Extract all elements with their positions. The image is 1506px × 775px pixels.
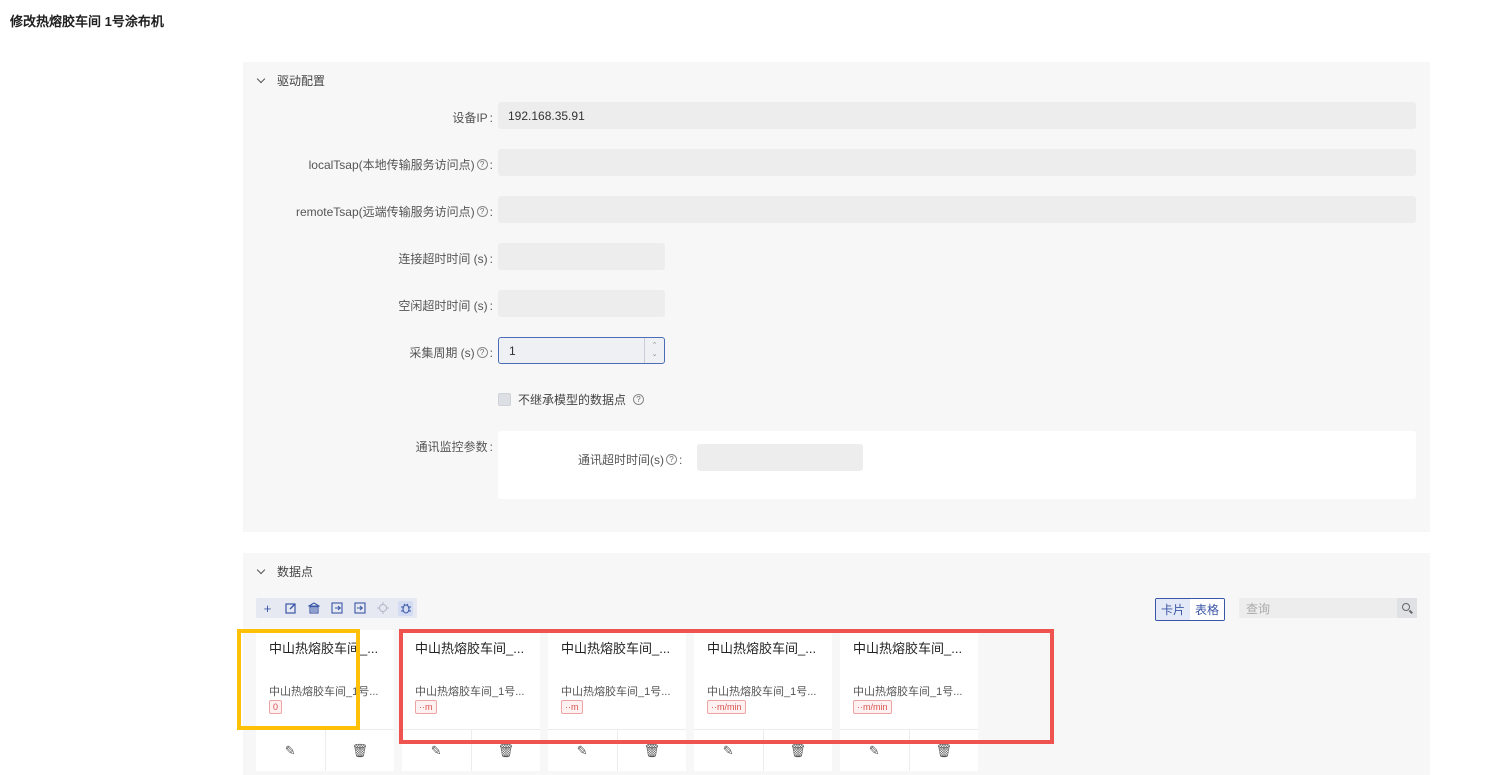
monitor-params-box: 通讯超时时间(s) ? : xyxy=(498,431,1416,499)
inherit-model-label: 不继承模型的数据点 xyxy=(518,393,627,407)
card-actions: ✎ 🗑 xyxy=(402,730,540,771)
device-ip-label: 设备IP: xyxy=(452,110,493,126)
help-icon[interactable]: ? xyxy=(476,347,488,358)
driver-config-section: 驱动配置 设备IP: 192.168.35.91 localTsap(本地传输服… xyxy=(243,62,1430,532)
search-input[interactable]: 查询 xyxy=(1239,598,1417,618)
driver-config-title: 驱动配置 xyxy=(277,74,326,88)
card-actions: ✎ 🗑 xyxy=(256,730,394,771)
debug-icon[interactable] xyxy=(398,600,413,616)
edit-icon[interactable]: ✎ xyxy=(694,730,763,771)
card-view-button[interactable]: 卡片 xyxy=(1155,599,1190,620)
datapoint-card[interactable]: 中山热熔胶车间_... 中山热熔胶车间_1号... ··m ✎ 🗑 xyxy=(548,630,686,771)
datapoints-title: 数据点 xyxy=(277,565,314,579)
import-icon[interactable] xyxy=(329,601,344,616)
search-icon[interactable] xyxy=(1397,598,1417,618)
unit-badge: ··m xyxy=(415,700,437,714)
collect-period-label: 采集周期 (s) ? : xyxy=(409,345,493,361)
chevron-up-icon[interactable]: ⌃ xyxy=(652,342,658,350)
page-title: 修改热熔胶车间 1号涂布机 xyxy=(10,14,164,29)
local-tsap-label: localTsap(本地传输服务访问点) ? : xyxy=(308,157,493,173)
edit-icon[interactable]: ✎ xyxy=(840,730,909,771)
trash-icon[interactable]: 🗑 xyxy=(616,730,687,771)
help-icon[interactable]: ? xyxy=(476,206,488,217)
edit-icon[interactable] xyxy=(283,601,298,616)
idle-timeout-field[interactable] xyxy=(498,290,665,317)
help-icon[interactable]: ? xyxy=(633,394,645,405)
collect-period-stepper[interactable]: 1 ⌃ ⌄ xyxy=(498,337,665,364)
datapoint-card[interactable]: 中山热熔胶车间_... 中山热熔胶车间_1号... ··m/min ✎ 🗑 xyxy=(694,630,832,771)
chevron-down-icon xyxy=(257,567,267,577)
driver-config-header[interactable]: 驱动配置 xyxy=(257,72,325,89)
datapoint-card[interactable]: 中山热熔胶车间_... 中山热熔胶车间_1号... ··m/min ✎ 🗑 xyxy=(840,630,978,771)
edit-icon[interactable]: ✎ xyxy=(548,730,617,771)
datapoint-cards: 中山热熔胶车间_... 中山热熔胶车间_1号... 0 ✎ 🗑 中山热熔胶车间_… xyxy=(256,630,978,771)
card-title: 中山热熔胶车间_... xyxy=(561,641,671,656)
trash-icon[interactable]: 🗑 xyxy=(908,730,979,771)
trash-icon[interactable]: 🗑 xyxy=(470,730,541,771)
comm-timeout-label: 通讯超时时间(s) ? : xyxy=(578,452,683,468)
chevron-down-icon[interactable]: ⌄ xyxy=(652,351,658,359)
monitor-params-label: 通讯监控参数: xyxy=(415,439,493,455)
remote-tsap-label: remoteTsap(远端传输服务访问点) ? : xyxy=(295,204,493,220)
card-subtitle: 中山热熔胶车间_1号... xyxy=(269,686,379,698)
card-title: 中山热熔胶车间_... xyxy=(853,641,963,656)
datapoints-toolbar: + xyxy=(256,598,417,618)
remote-tsap-field[interactable] xyxy=(498,196,1416,223)
card-subtitle: 中山热熔胶车间_1号... xyxy=(707,686,817,698)
trash-icon[interactable]: 🗑 xyxy=(324,730,395,771)
chevron-down-icon xyxy=(257,76,267,86)
datapoints-header[interactable]: 数据点 xyxy=(257,563,313,580)
connect-timeout-field[interactable] xyxy=(498,243,665,270)
table-view-button[interactable]: 表格 xyxy=(1189,599,1224,620)
datapoint-card[interactable]: 中山热熔胶车间_... 中山热熔胶车间_1号... 0 ✎ 🗑 xyxy=(256,630,394,771)
card-title: 中山热熔胶车间_... xyxy=(415,641,525,656)
local-tsap-field[interactable] xyxy=(498,149,1416,176)
locate-icon[interactable] xyxy=(375,601,390,616)
add-icon[interactable]: + xyxy=(260,601,275,616)
card-actions: ✎ 🗑 xyxy=(840,730,978,771)
card-subtitle: 中山热熔胶车间_1号... xyxy=(415,686,525,698)
unit-badge: ··m/min xyxy=(853,700,892,714)
card-subtitle: 中山热熔胶车间_1号... xyxy=(561,686,671,698)
inherit-model-checkbox[interactable] xyxy=(498,393,511,406)
idle-timeout-label: 空闲超时时间 (s): xyxy=(398,298,493,314)
help-icon[interactable]: ? xyxy=(476,159,488,170)
edit-icon[interactable]: ✎ xyxy=(402,730,471,771)
bank-icon[interactable] xyxy=(306,601,321,616)
device-ip-field[interactable]: 192.168.35.91 xyxy=(498,102,1416,129)
edit-icon[interactable]: ✎ xyxy=(256,730,325,771)
card-actions: ✎ 🗑 xyxy=(694,730,832,771)
card-title: 中山热熔胶车间_... xyxy=(707,641,817,656)
export-icon[interactable] xyxy=(352,601,367,616)
help-icon[interactable]: ? xyxy=(666,454,677,465)
comm-timeout-field[interactable] xyxy=(697,444,863,471)
unit-badge: ··m xyxy=(561,700,583,714)
connect-timeout-label: 连接超时时间 (s): xyxy=(398,251,493,267)
datapoints-section: 数据点 + 卡片 表格 查询 中山热熔胶车间_... 中山热熔胶车间_1号...… xyxy=(243,553,1430,775)
view-toggle: 卡片 表格 xyxy=(1154,598,1225,621)
stepper-controls[interactable]: ⌃ ⌄ xyxy=(644,338,664,363)
card-title: 中山热熔胶车间_... xyxy=(269,641,379,656)
unit-badge: ··m/min xyxy=(707,700,746,714)
trash-icon[interactable]: 🗑 xyxy=(762,730,833,771)
unit-badge: 0 xyxy=(269,700,283,714)
card-actions: ✎ 🗑 xyxy=(548,730,686,771)
datapoint-card[interactable]: 中山热熔胶车间_... 中山热熔胶车间_1号... ··m ✎ 🗑 xyxy=(402,630,540,771)
card-subtitle: 中山热熔胶车间_1号... xyxy=(853,686,963,698)
inherit-model-row: 不继承模型的数据点 ? xyxy=(498,391,645,408)
